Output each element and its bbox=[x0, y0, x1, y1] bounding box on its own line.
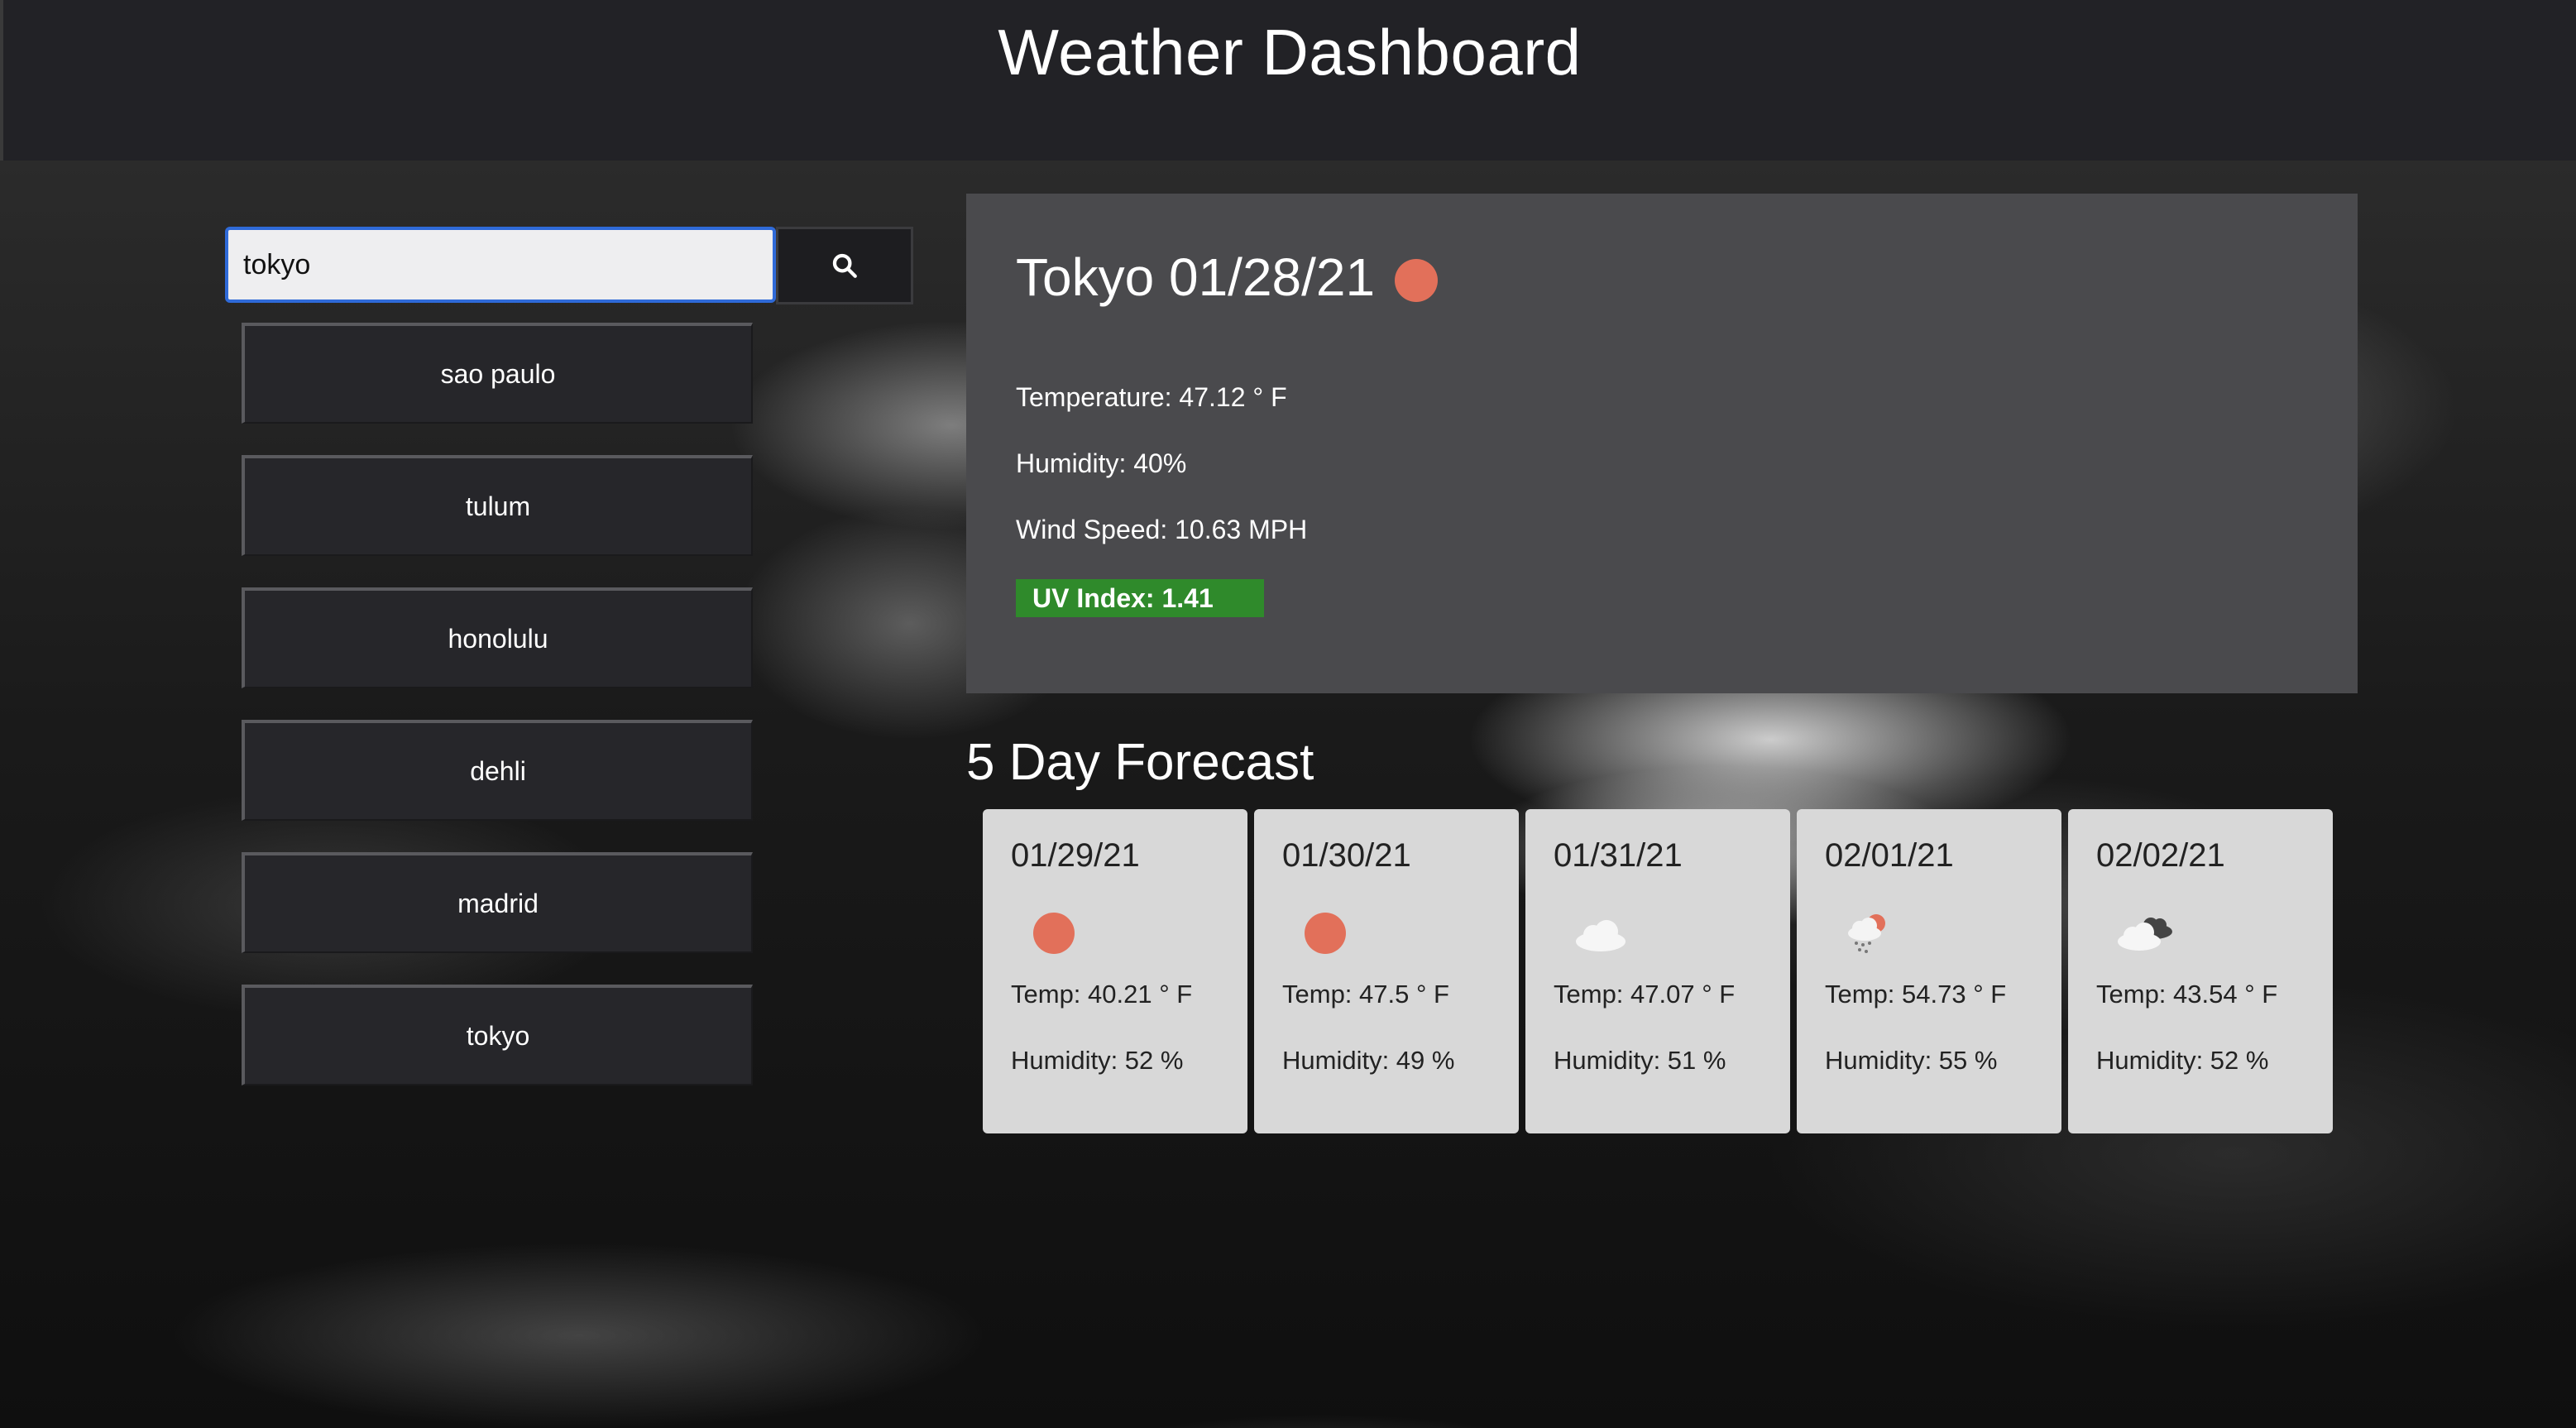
current-weather-heading: Tokyo 01/28/21 bbox=[1016, 247, 1439, 308]
history-city-button[interactable]: honolulu bbox=[242, 587, 753, 688]
history-city-button[interactable]: dehli bbox=[242, 720, 753, 821]
current-weather-card: Tokyo 01/28/21 Temperature: 47.12 ° F Hu… bbox=[966, 194, 2358, 693]
forecast-humidity: Humidity: 52 % bbox=[1011, 1046, 1184, 1075]
forecast-humidity: Humidity: 55 % bbox=[1825, 1046, 1998, 1075]
current-temperature: Temperature: 47.12 ° F bbox=[1016, 382, 1287, 412]
forecast-humidity: Humidity: 51 % bbox=[1554, 1046, 1726, 1075]
forecast-card: 01/31/21 Temp: 47.07 ° F Humidity: 51 % bbox=[1525, 809, 1790, 1133]
history-city-button[interactable]: tokyo bbox=[242, 985, 753, 1085]
current-wind-speed: Wind Speed: 10.63 MPH bbox=[1016, 515, 1308, 544]
forecast-date: 01/31/21 bbox=[1554, 837, 1683, 874]
forecast-temp: Temp: 54.73 ° F bbox=[1825, 980, 2007, 1009]
sun-icon bbox=[1029, 908, 1079, 958]
forecast-heading: 5 Day Forecast bbox=[966, 734, 1314, 791]
forecast-date: 02/02/21 bbox=[2096, 837, 2225, 874]
rain-sun-icon bbox=[1843, 908, 1893, 958]
forecast-date: 02/01/21 bbox=[1825, 837, 1954, 874]
history-city-button[interactable]: tulum bbox=[242, 455, 753, 556]
search-button[interactable] bbox=[776, 227, 913, 304]
history-city-button[interactable]: madrid bbox=[242, 852, 753, 953]
sun-icon bbox=[1395, 259, 1439, 302]
uv-index-badge: UV Index: 1.41 bbox=[1016, 579, 1264, 617]
forecast-date: 01/29/21 bbox=[1011, 837, 1140, 874]
forecast-temp: Temp: 47.5 ° F bbox=[1282, 980, 1449, 1009]
forecast-card: 01/29/21 Temp: 40.21 ° F Humidity: 52 % bbox=[983, 809, 1247, 1133]
forecast-card: 02/01/21 Temp: 54.73 ° F Humidity: 55 % bbox=[1797, 809, 2061, 1133]
forecast-temp: Temp: 40.21 ° F bbox=[1011, 980, 1193, 1009]
forecast-card: 02/02/21 Temp: 43.54 ° F Humidity: 52 % bbox=[2068, 809, 2333, 1133]
search-icon bbox=[832, 253, 857, 278]
current-city-date: Tokyo 01/28/21 bbox=[1016, 247, 1376, 307]
sun-icon bbox=[1300, 908, 1350, 958]
forecast-temp: Temp: 43.54 ° F bbox=[2096, 980, 2278, 1009]
dark-clouds-icon bbox=[2114, 908, 2172, 958]
forecast-card: 01/30/21 Temp: 47.5 ° F Humidity: 49 % bbox=[1254, 809, 1519, 1133]
header-bar: Weather Dashboard bbox=[0, 0, 2576, 161]
page-title: Weather Dashboard bbox=[998, 16, 1582, 89]
history-city-button[interactable]: sao paulo bbox=[242, 323, 753, 424]
forecast-humidity: Humidity: 49 % bbox=[1282, 1046, 1455, 1075]
current-humidity: Humidity: 40% bbox=[1016, 448, 1187, 478]
city-search-input[interactable] bbox=[225, 227, 776, 303]
cloud-icon bbox=[1572, 908, 1626, 958]
forecast-temp: Temp: 47.07 ° F bbox=[1554, 980, 1736, 1009]
forecast-humidity: Humidity: 52 % bbox=[2096, 1046, 2269, 1075]
forecast-date: 01/30/21 bbox=[1282, 837, 1411, 874]
